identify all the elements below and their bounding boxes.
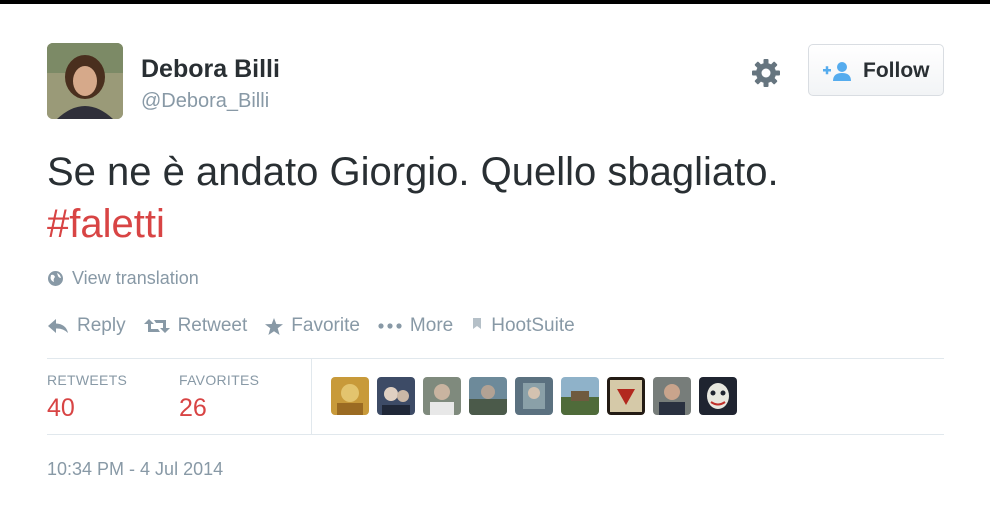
favorite-label: Favorite <box>291 315 360 336</box>
reply-label: Reply <box>77 315 126 336</box>
retweet-label: Retweet <box>177 315 248 336</box>
hootsuite-label: HootSuite <box>491 315 575 336</box>
add-user-icon <box>823 62 851 81</box>
tweet-text: Se ne è andato Giorgio. Quello sbagliato… <box>47 150 779 194</box>
avatar[interactable] <box>47 43 123 119</box>
stats-divider <box>311 359 312 434</box>
retweet-button[interactable]: Retweet <box>143 315 248 337</box>
more-label: More <box>409 315 454 336</box>
favoriter-avatar[interactable] <box>699 377 737 415</box>
retweets-stat[interactable]: RETWEETS 40 <box>47 372 127 423</box>
favoriter-avatar[interactable] <box>469 377 507 415</box>
favorite-button[interactable]: Favorite <box>265 315 360 337</box>
hootsuite-button[interactable]: HootSuite <box>471 315 575 337</box>
retweets-count: 40 <box>47 394 75 422</box>
favoriter-avatar[interactable] <box>653 377 691 415</box>
user-handle[interactable]: @Debora_Billi <box>141 90 269 113</box>
favoriter-avatar[interactable] <box>607 377 645 415</box>
favorites-label: FAVORITES <box>179 372 260 388</box>
view-translation-link[interactable]: View translation <box>47 268 199 289</box>
favorites-stat[interactable]: FAVORITES 26 <box>179 372 259 423</box>
hashtag-link[interactable]: #faletti <box>47 202 165 247</box>
reply-icon <box>48 319 68 333</box>
favoriter-avatar[interactable] <box>561 377 599 415</box>
favoriter-avatar[interactable] <box>423 377 461 415</box>
user-name[interactable]: Debora Billi <box>141 55 280 84</box>
tweet-card: Debora Billi @Debora_Billi Follow Se ne … <box>0 0 990 524</box>
favoriter-avatar[interactable] <box>377 377 415 415</box>
retweet-icon <box>143 319 170 333</box>
favorites-count: 26 <box>179 394 207 422</box>
tweet-actions: Reply Retweet Favorite More HootSuite <box>47 315 593 337</box>
favoriter-avatars <box>331 377 745 415</box>
more-button[interactable]: More <box>378 315 453 337</box>
favoriter-avatar[interactable] <box>515 377 553 415</box>
view-translation-label: View translation <box>72 268 199 288</box>
hootsuite-icon <box>473 318 482 329</box>
favoriter-avatar[interactable] <box>331 377 369 415</box>
reply-button[interactable]: Reply <box>47 315 126 337</box>
more-dots-icon <box>378 323 402 329</box>
star-icon <box>265 317 284 335</box>
follow-label: Follow <box>863 59 930 82</box>
globe-icon <box>48 271 63 286</box>
timestamp[interactable]: 10:34 PM - 4 Jul 2014 <box>47 459 223 480</box>
retweets-label: RETWEETS <box>47 372 128 388</box>
gear-icon[interactable] <box>749 56 783 90</box>
follow-button[interactable]: Follow <box>808 44 944 96</box>
divider <box>47 434 944 435</box>
divider <box>47 358 944 359</box>
